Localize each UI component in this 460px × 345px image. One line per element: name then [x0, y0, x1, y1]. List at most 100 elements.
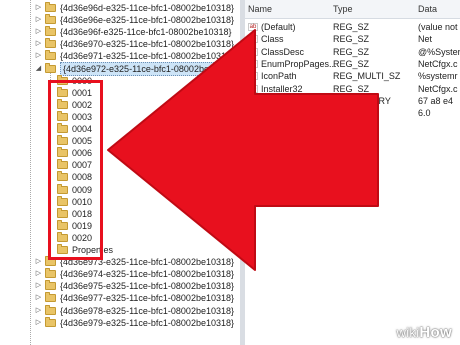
tree-key-row[interactable]: ▷ {4d36e96f-e325-11ce-bfc1-08002be10318} — [0, 26, 240, 38]
folder-icon — [57, 195, 68, 206]
expand-arrow-icon[interactable]: ▷ — [35, 26, 42, 38]
tree-key-label: {4d36e974-e325-11ce-bfc1-08002be10318} — [60, 269, 234, 280]
expand-arrow-icon[interactable]: ▷ — [35, 305, 42, 317]
registry-value-row[interactable]: ab ClassDesc REG_SZ @%Syster — [245, 46, 460, 58]
tree-key-label: 0001 — [72, 87, 93, 98]
expand-arrow-icon[interactable]: ▷ — [35, 268, 42, 280]
tree-key-row-selected[interactable]: ◢ {4d36e972-e325-11ce-bfc1-08002be10318} — [0, 61, 240, 76]
value-name: Class — [261, 34, 284, 45]
value-name: (Default) — [261, 22, 296, 32]
tree-key-row[interactable]: ▷ {4d36e973-e325-11ce-bfc1-08002be10318} — [0, 256, 240, 268]
tree-subkey-row[interactable]: 0005 — [0, 135, 240, 147]
tree-key-row[interactable]: ▷ {4d36e979-e325-11ce-bfc1-08002be10318} — [0, 316, 240, 329]
registry-value-row[interactable]: ab Class REG_SZ Net — [245, 33, 460, 45]
tree-key-label: {4d36e96f-e325-11ce-bfc1-08002be10318} — [60, 27, 232, 38]
tree-subkey-row[interactable]: 0004 — [0, 123, 240, 135]
tree-key-row[interactable]: ▷ {4d36e975-e325-11ce-bfc1-08002be10318} — [0, 280, 240, 292]
folder-icon — [57, 135, 68, 146]
column-header-type[interactable]: Type — [333, 0, 353, 18]
expand-arrow-icon[interactable]: ▷ — [35, 292, 42, 304]
expand-arrow-icon[interactable]: ▷ — [35, 280, 42, 292]
registry-values-pane[interactable]: Name Type Data ab (Default) REG_SZ (value n… — [245, 0, 460, 345]
string-value-icon: ab — [248, 109, 258, 118]
tree-subkey-row[interactable]: 0019 — [0, 219, 240, 232]
tree-key-label: 0003 — [72, 111, 93, 122]
folder-icon — [57, 74, 68, 85]
expand-arrow-icon[interactable]: ▷ — [35, 256, 42, 268]
registry-value-row[interactable]: ab (Default) REG_SZ (value not — [245, 21, 460, 33]
tree-subkey-row[interactable]: 0002 — [0, 98, 240, 111]
registry-value-row[interactable]: ab IconPath REG_MULTI_SZ %systemr — [245, 70, 460, 82]
column-header-data[interactable]: Data — [418, 0, 437, 18]
tree-subkey-row[interactable]: 0018 — [0, 207, 240, 220]
value-data: @%Syster — [418, 46, 460, 57]
tree-subkey-row[interactable]: 0010 — [0, 195, 240, 208]
expand-arrow-icon[interactable]: ▷ — [35, 14, 42, 26]
tree-key-label: {4d36e970-e325-11ce-bfc1-08002be10318} — [60, 39, 234, 50]
value-type: REG_SZ — [333, 83, 370, 94]
tree-subkey-row[interactable]: 0006 — [0, 147, 240, 159]
registry-value-row[interactable]: ab Installer32 REG_SZ NetCfgx.c — [245, 83, 460, 95]
string-value-icon: ab — [248, 59, 258, 68]
folder-icon — [45, 14, 56, 25]
tree-subkey-row[interactable]: 0008 — [0, 171, 240, 183]
expand-arrow-icon[interactable]: ◢ — [35, 63, 42, 75]
registry-value-row[interactable]: 011 LastDeleteDate REG_BINARY 67 a8 e4 — [245, 95, 460, 107]
value-name: ClassDesc — [261, 46, 305, 57]
tree-subkey-row[interactable]: 0001 — [0, 86, 240, 99]
tree-key-label: Properties — [72, 245, 114, 255]
expand-arrow-icon[interactable]: ▷ — [35, 38, 42, 50]
string-value-icon: ab — [248, 47, 258, 56]
expand-arrow-icon[interactable]: ▷ — [35, 317, 42, 329]
folder-icon — [57, 171, 68, 182]
tree-key-row[interactable]: ▷ {4d36e96e-e325-11ce-bfc1-08002be10318} — [0, 14, 240, 26]
tree-subkey-row[interactable]: 0000 — [0, 74, 240, 87]
folder-icon — [45, 304, 56, 315]
tree-key-label: 0002 — [72, 99, 93, 110]
registry-value-row[interactable]: ab LowerLogoVersi... REG_SZ 6.0 — [245, 107, 460, 119]
tree-key-row[interactable]: ▷ {4d36e96d-e325-11ce-bfc1-08002be10318} — [0, 2, 240, 14]
folder-icon — [57, 219, 68, 230]
tree-subkey-row[interactable]: 0007 — [0, 159, 240, 171]
value-data: %systemr — [418, 71, 458, 82]
value-type: REG_SZ — [333, 46, 370, 57]
expand-arrow-icon[interactable]: ▷ — [35, 2, 42, 14]
value-name: Installer32 — [261, 83, 303, 94]
value-type: REG_SZ — [333, 22, 370, 32]
tree-key-label: {4d36e975-e325-11ce-bfc1-08002be10318} — [60, 281, 234, 292]
tree-key-row[interactable]: ▷ {4d36e977-e325-11ce-bfc1-08002be10318} — [0, 292, 240, 304]
tree-key-label: 0018 — [72, 208, 93, 219]
folder-icon — [57, 147, 68, 158]
tree-subkey-row[interactable]: 0009 — [0, 183, 240, 196]
folder-icon — [45, 50, 56, 61]
registry-value-row[interactable]: ab EnumPropPages... REG_SZ NetCfgx.c — [245, 58, 460, 70]
tree-key-row[interactable]: ▷ {4d36e974-e325-11ce-bfc1-08002be10318} — [0, 268, 240, 280]
tree-subkey-row[interactable]: 0003 — [0, 110, 240, 123]
folder-icon — [45, 292, 56, 303]
value-type: REG_MULTI_SZ — [333, 71, 401, 82]
value-name: IconPath — [261, 71, 297, 82]
folder-icon — [45, 38, 56, 49]
value-type: REG_SZ — [333, 108, 370, 119]
expand-arrow-icon[interactable]: ▷ — [35, 50, 42, 62]
tree-key-label: 0004 — [72, 124, 93, 134]
value-type: REG_SZ — [333, 58, 370, 69]
tree-key-label: {4d36e979-e325-11ce-bfc1-08002be10318} — [60, 317, 234, 328]
tree-key-row[interactable]: ▷ {4d36e978-e325-11ce-bfc1-08002be10318} — [0, 304, 240, 317]
tree-key-row[interactable]: ▷ {4d36e970-e325-11ce-bfc1-08002be10318} — [0, 38, 240, 50]
folder-icon — [57, 86, 68, 97]
tree-key-label: 0019 — [72, 220, 93, 231]
tree-subkey-row[interactable]: Properties — [0, 244, 240, 256]
folder-icon — [45, 26, 56, 37]
value-data: Net — [418, 34, 433, 45]
tree-key-label: 0009 — [72, 184, 93, 195]
string-value-icon: ab — [248, 84, 258, 93]
wikihow-watermark: wikiHow — [396, 324, 452, 341]
folder-icon — [57, 110, 68, 121]
tree-subkey-row[interactable]: 0020 — [0, 231, 240, 244]
registry-key-tree[interactable]: ▷ {4d36e96d-e325-11ce-bfc1-08002be10318} ▷… — [0, 0, 240, 345]
value-name: LastDeleteDate — [261, 95, 324, 106]
tree-key-label: {4d36e978-e325-11ce-bfc1-08002be10318} — [60, 305, 234, 316]
column-header-name[interactable]: Name — [248, 0, 272, 18]
value-type: REG_SZ — [333, 34, 370, 45]
